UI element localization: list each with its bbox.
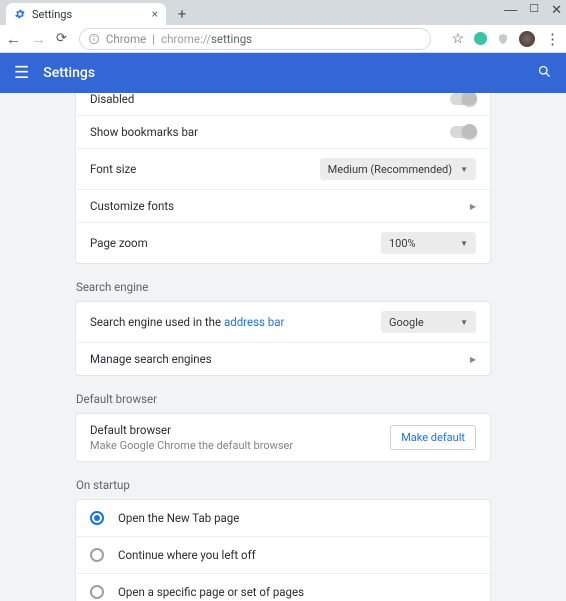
- menu-icon[interactable]: ☰: [14, 63, 29, 83]
- window-controls: — ☐ ✕: [504, 2, 562, 18]
- bookmarks-toggle[interactable]: [450, 126, 476, 138]
- zoom-row-label: Page zoom: [90, 236, 148, 250]
- forward-button[interactable]: →: [31, 30, 46, 48]
- omnibox-scheme: chrome://: [161, 32, 211, 46]
- radio-icon: [90, 585, 104, 599]
- zoom-select[interactable]: 100% ▼: [381, 232, 476, 254]
- default-browser-section-label: Default browser: [76, 392, 492, 406]
- bookmarks-row-label: Show bookmarks bar: [90, 125, 198, 139]
- startup-specific-label: Open a specific page or set of pages: [118, 585, 304, 599]
- maximize-button[interactable]: ☐: [529, 2, 539, 18]
- chevron-right-icon: ▶: [470, 355, 476, 364]
- new-tab-button[interactable]: +: [171, 3, 193, 25]
- appearance-card: Disabled Show bookmarks bar Font size Me…: [75, 93, 491, 264]
- startup-option-newtab[interactable]: Open the New Tab page: [76, 500, 490, 536]
- radio-checked-icon: [90, 511, 104, 525]
- search-icon[interactable]: [537, 64, 552, 83]
- search-engine-select[interactable]: Google ▼: [381, 311, 476, 333]
- omnibox-origin: Chrome: [106, 32, 146, 46]
- manage-search-label: Manage search engines: [90, 352, 212, 366]
- tab-title: Settings: [32, 8, 72, 21]
- zoom-value: 100%: [389, 237, 416, 250]
- default-browser-subtitle: Make Google Chrome the default browser: [90, 439, 293, 452]
- startup-card: Open the New Tab page Continue where you…: [75, 499, 491, 601]
- address-bar-link[interactable]: address bar: [224, 315, 284, 329]
- minimize-button[interactable]: —: [504, 2, 517, 18]
- settings-header: ☰ Settings: [0, 53, 566, 93]
- gear-icon: [14, 8, 26, 20]
- disabled-row-label: Disabled: [90, 93, 134, 106]
- profile-avatar[interactable]: [519, 31, 535, 47]
- customize-fonts-label: Customize fonts: [90, 199, 174, 213]
- settings-content: Disabled Show bookmarks bar Font size Me…: [0, 93, 566, 601]
- startup-newtab-label: Open the New Tab page: [118, 511, 239, 525]
- bookmark-star-icon[interactable]: ☆: [451, 31, 464, 47]
- startup-option-specific[interactable]: Open a specific page or set of pages: [76, 573, 490, 601]
- browser-tab-settings[interactable]: Settings ×: [6, 3, 166, 25]
- radio-icon: [90, 548, 104, 562]
- startup-section-label: On startup: [76, 478, 492, 492]
- startup-continue-label: Continue where you left off: [118, 548, 256, 562]
- make-default-button[interactable]: Make default: [390, 425, 476, 450]
- search-section-label: Search engine: [76, 280, 492, 294]
- disabled-toggle[interactable]: [450, 93, 476, 105]
- browser-toolbar: ← → ⟳ Chrome | chrome://settings ☆ ⋮: [0, 25, 566, 53]
- omnibox-path: settings: [211, 32, 252, 46]
- search-engine-value: Google: [389, 316, 424, 329]
- close-tab-icon[interactable]: ×: [152, 7, 158, 21]
- manage-search-engines-row[interactable]: Manage search engines ▶: [76, 342, 490, 375]
- default-browser-card: Default browser Make Google Chrome the d…: [75, 413, 491, 462]
- chevron-right-icon: ▶: [470, 202, 476, 211]
- browser-tab-strip: Settings × + — ☐ ✕: [0, 0, 566, 25]
- shield-icon[interactable]: [497, 32, 509, 46]
- customize-fonts-row[interactable]: Customize fonts ▶: [76, 189, 490, 222]
- fontsize-row-label: Font size: [90, 162, 136, 176]
- startup-option-continue[interactable]: Continue where you left off: [76, 536, 490, 573]
- page-title: Settings: [43, 65, 95, 81]
- reload-button[interactable]: ⟳: [56, 31, 67, 46]
- chevron-down-icon: ▼: [460, 165, 468, 174]
- fontsize-value: Medium (Recommended): [328, 163, 452, 176]
- back-button[interactable]: ←: [6, 30, 21, 48]
- chrome-menu-icon[interactable]: ⋮: [545, 30, 560, 48]
- search-card: Search engine used in the address bar Go…: [75, 301, 491, 376]
- info-icon: [88, 33, 100, 45]
- extension-icon[interactable]: [474, 32, 487, 45]
- close-window-button[interactable]: ✕: [551, 2, 562, 18]
- address-bar[interactable]: Chrome | chrome://settings: [79, 28, 432, 50]
- chevron-down-icon: ▼: [460, 318, 468, 327]
- default-browser-title: Default browser: [90, 423, 293, 437]
- search-engine-label: Search engine used in the address bar: [90, 315, 284, 329]
- fontsize-select[interactable]: Medium (Recommended) ▼: [320, 158, 476, 180]
- chevron-down-icon: ▼: [460, 239, 468, 248]
